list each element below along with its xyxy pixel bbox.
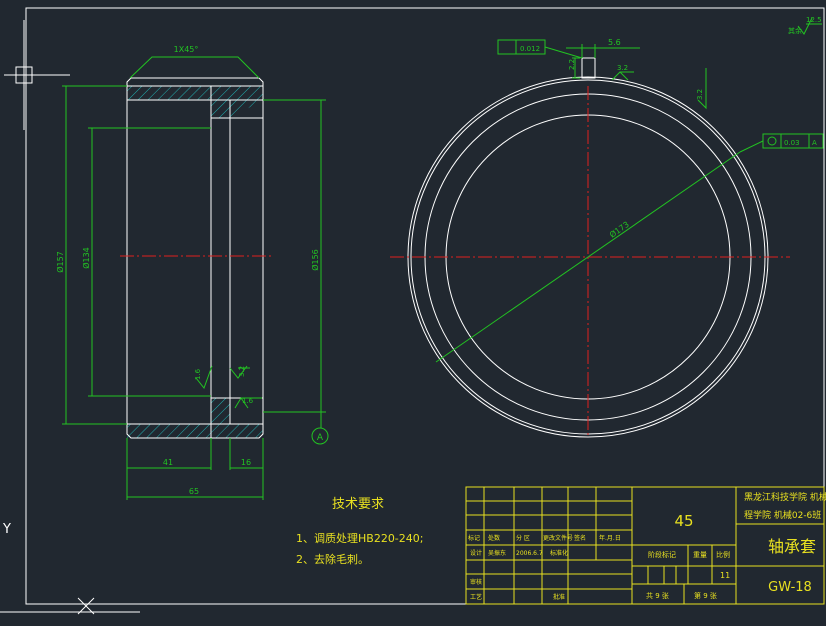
roughness-mark-3: 1.6 <box>234 397 262 409</box>
school-name-1: 黑龙江科技学院 机械工 <box>744 491 826 503</box>
material: 45 <box>674 512 693 530</box>
roughness-mark-1: 1.6 <box>194 365 213 390</box>
svg-text:分 区: 分 区 <box>516 534 530 542</box>
svg-text:1.6: 1.6 <box>194 368 202 380</box>
designer-name: 吴振东 <box>488 549 506 557</box>
svg-text:12.5: 12.5 <box>806 16 822 24</box>
svg-text:处数: 处数 <box>488 534 500 542</box>
svg-text:比例: 比例 <box>716 550 730 559</box>
chamfer-dim: 1X45° <box>174 45 199 54</box>
svg-text:批准: 批准 <box>553 593 565 601</box>
svg-text:A: A <box>812 139 817 147</box>
dim-65: 65 <box>189 487 199 496</box>
circle-dia-dim: Ø173 <box>607 219 630 240</box>
svg-text:标记: 标记 <box>468 534 480 542</box>
svg-text:重量: 重量 <box>693 551 707 559</box>
title-block: 45 黑龙江科技学院 机械工 程学院 机械02-6班 轴承套 GW-18 阶段标… <box>465 486 826 605</box>
cad-drawing: Y 1X45° Ø157 Ø134 Ø156 A 1.6 3.2 1.6 41 … <box>0 7 826 615</box>
part-name: 轴承套 <box>768 537 816 556</box>
svg-text:标准化: 标准化 <box>550 549 568 557</box>
general-roughness-label: 其余 <box>788 26 802 35</box>
notes-line-2: 2、去除毛刺。 <box>296 552 369 566</box>
svg-text:第 9 张: 第 9 张 <box>694 591 717 600</box>
svg-text:设计: 设计 <box>470 549 482 557</box>
ucs-axis-icon <box>4 20 70 130</box>
school-name-2: 程学院 机械02-6班 <box>744 509 821 521</box>
svg-text:3.2: 3.2 <box>696 89 704 100</box>
notes-title: 技术要求 <box>332 497 384 512</box>
dim-16: 16 <box>241 458 251 467</box>
svg-text:Y: Y <box>2 522 11 537</box>
design-date: 2006.6.7 <box>516 550 543 557</box>
dim-d134: Ø134 <box>81 247 91 269</box>
svg-text:更改文件号: 更改文件号 <box>543 534 573 542</box>
svg-text:1.6: 1.6 <box>242 397 254 405</box>
svg-text:共 9 张: 共 9 张 <box>646 591 669 600</box>
section-view: 1X45° Ø157 Ø134 Ø156 A 1.6 3.2 1.6 41 16… <box>55 45 329 500</box>
scale-value: 11 <box>720 571 730 580</box>
svg-text:0.03: 0.03 <box>784 139 800 147</box>
notes-line-1: 1、调质处理HB220-240; <box>296 532 423 545</box>
svg-text:工艺: 工艺 <box>470 593 482 601</box>
svg-text:A: A <box>317 433 324 443</box>
slot-depth-dim: 2.2 <box>568 59 576 70</box>
svg-text:3.2: 3.2 <box>617 64 628 72</box>
drawing-number: GW-18 <box>768 580 812 595</box>
svg-text:0.012: 0.012 <box>520 45 540 53</box>
dim-d156: Ø156 <box>310 249 320 271</box>
svg-text:阶段标记: 阶段标记 <box>648 550 676 559</box>
crosshair-cursor-icon: Y <box>0 522 140 615</box>
end-view: 5.6 2.2 Ø173 0.012 0.03 A 3.2 3.2 其余 12.… <box>390 16 824 438</box>
dim-d157: Ø157 <box>55 251 65 273</box>
svg-text:3.2: 3.2 <box>238 366 246 377</box>
svg-text:审核: 审核 <box>470 578 482 586</box>
dim-41: 41 <box>163 458 173 467</box>
svg-text:签名: 签名 <box>574 534 586 542</box>
svg-text:年.月.日: 年.月.日 <box>599 534 621 542</box>
roughness-mark-2: 3.2 <box>229 365 250 379</box>
slot-width-dim: 5.6 <box>608 38 621 47</box>
